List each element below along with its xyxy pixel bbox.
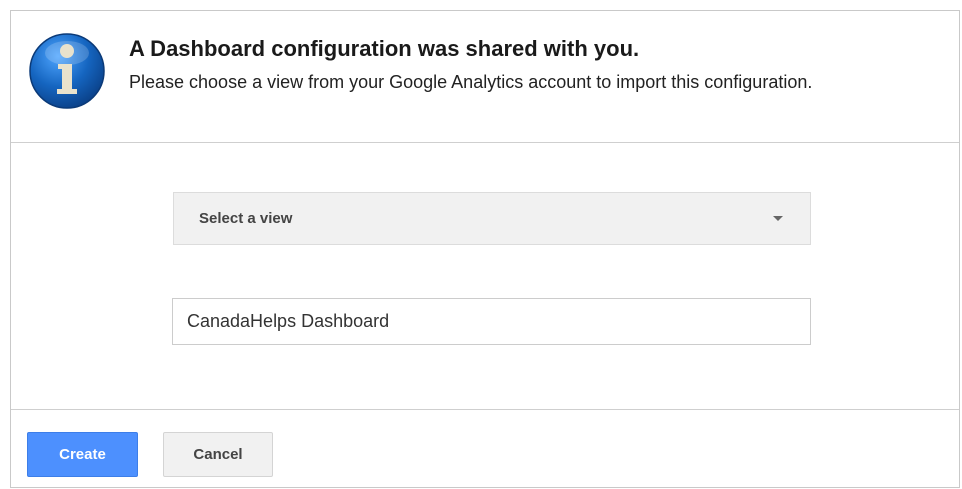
import-dashboard-dialog: A Dashboard configuration was shared wit… [10,10,960,488]
dialog-title: A Dashboard configuration was shared wit… [129,36,640,61]
cancel-button[interactable]: Cancel [163,432,273,477]
create-button[interactable]: Create [27,432,138,477]
view-select[interactable]: Select a view [173,192,811,245]
dialog-header: A Dashboard configuration was shared wit… [11,11,959,143]
dropdown-arrow-icon [773,216,783,221]
dashboard-name-input[interactable] [172,298,811,345]
view-select-label: Select a view [199,210,293,227]
info-icon [29,33,105,109]
dialog-message: Please choose a view from your Google An… [129,72,813,92]
dialog-footer: Create Cancel [11,409,959,489]
